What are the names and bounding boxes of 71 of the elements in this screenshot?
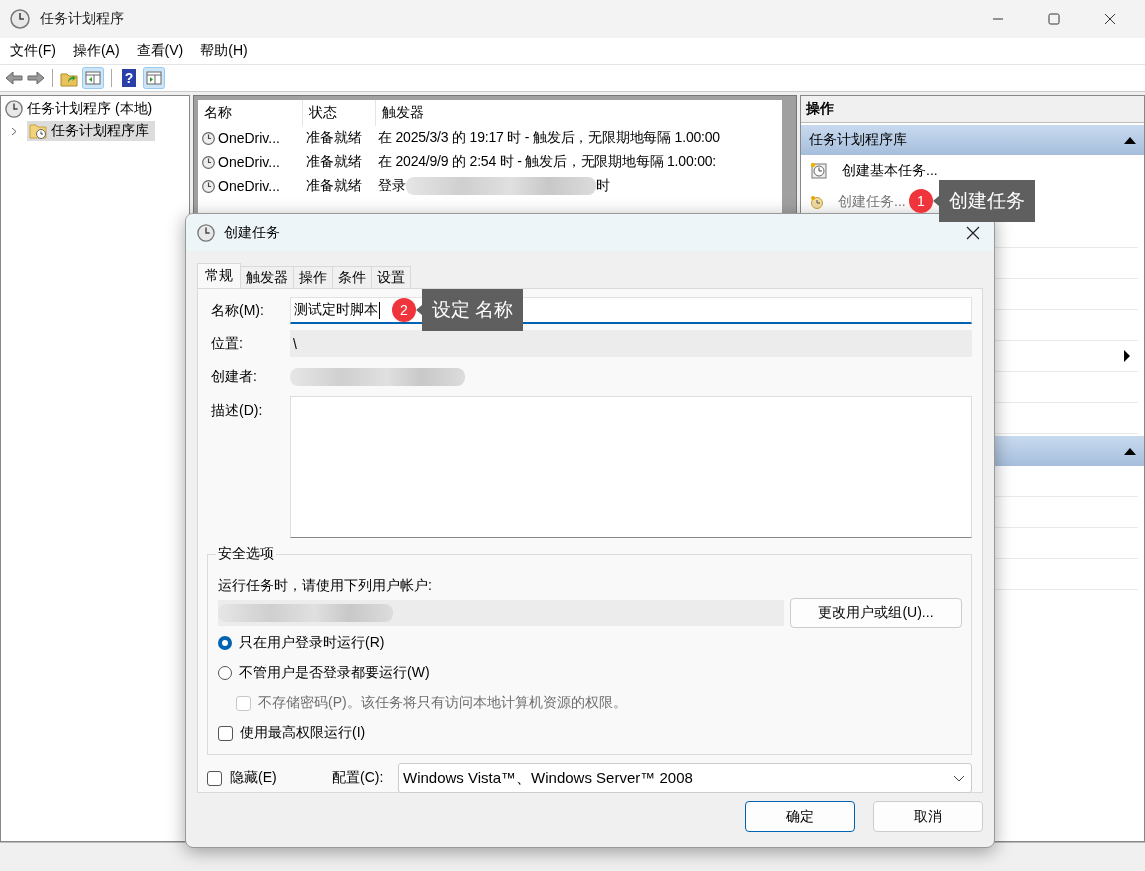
tree-item[interactable]: 任务计划程序库 xyxy=(27,121,155,141)
clock-icon xyxy=(202,155,215,169)
task-status: 准备就绪 xyxy=(305,177,363,195)
window-title: 任务计划程序 xyxy=(40,10,124,28)
task-trigger: 在 2025/3/3 的 19:17 时 - 触发后，无限期地每隔 1.00:00 xyxy=(378,129,720,147)
field-label: 描述(D): xyxy=(211,401,264,420)
submenu-arrow-icon xyxy=(1124,350,1130,362)
forward-arrow-icon[interactable] xyxy=(27,70,45,86)
change-user-button[interactable]: 更改用户或组(U)... xyxy=(790,598,962,628)
location-field: \ xyxy=(290,330,972,357)
option-label: 只在用户登录时运行(R) xyxy=(239,634,385,652)
clock-icon xyxy=(197,223,215,242)
show-pane-icon[interactable] xyxy=(143,67,165,89)
column-header[interactable]: 名称 xyxy=(198,100,303,126)
section-header[interactable]: 任务计划程序库 xyxy=(801,125,1144,155)
field-label: 配置(C): xyxy=(332,769,385,787)
pane-header: 操作 xyxy=(801,96,1144,123)
column-header[interactable]: 状态 xyxy=(303,100,376,126)
option-label: 隐藏(E) xyxy=(230,769,278,787)
tree-item[interactable]: 任务计划程序 (本地) xyxy=(27,100,153,118)
callout-tooltip: 设定 名称 xyxy=(416,289,524,331)
menu-item[interactable]: 帮助(H) xyxy=(200,42,248,60)
task-icon xyxy=(810,194,824,209)
field-label: 位置: xyxy=(211,334,244,353)
tab[interactable]: 设置 xyxy=(371,266,411,288)
collapse-icon[interactable] xyxy=(1124,136,1136,144)
chevron-icon[interactable] xyxy=(11,126,17,136)
clock-icon xyxy=(202,179,215,193)
radio-button[interactable] xyxy=(218,636,232,650)
task-trigger: 登录 xyxy=(378,177,406,195)
option-label: 不存储密码(P)。该任务将只有访问本地计算机资源的权限。 xyxy=(258,694,627,712)
task-trigger: 时 xyxy=(595,177,610,195)
group-title: 安全选项 xyxy=(216,545,276,563)
task-wizard-icon xyxy=(810,161,828,180)
field-label: 创建者: xyxy=(211,367,258,386)
clock-icon xyxy=(202,131,215,145)
maximize-icon[interactable] xyxy=(1048,13,1060,25)
option-label: 使用最高权限运行(I) xyxy=(240,724,366,742)
folder-clock-icon xyxy=(29,122,47,140)
collapse-icon[interactable] xyxy=(1124,447,1136,455)
task-name: OneDriv... xyxy=(218,130,280,146)
dialog-title: 创建任务 xyxy=(224,223,280,242)
menu-item[interactable]: 查看(V) xyxy=(136,42,184,60)
checkbox[interactable] xyxy=(207,770,222,786)
close-icon[interactable] xyxy=(966,225,980,240)
radio-button[interactable] xyxy=(218,666,232,680)
dropdown-chevron-icon xyxy=(953,774,965,782)
task-name: OneDriv... xyxy=(218,178,280,194)
callout-tooltip: 创建任务 xyxy=(933,180,1035,222)
action-link[interactable]: 创建基本任务... xyxy=(842,161,938,180)
clock-icon xyxy=(5,100,23,118)
dialog-button[interactable]: 确定 xyxy=(745,801,855,832)
menu-item[interactable]: 文件(F) xyxy=(10,42,56,60)
back-arrow-icon[interactable] xyxy=(5,70,23,86)
account-prompt: 运行任务时，请使用下列用户帐户: xyxy=(218,577,433,595)
description-field[interactable] xyxy=(290,396,972,538)
task-status: 准备就绪 xyxy=(305,129,363,147)
task-trigger: 在 2024/9/9 的 2:54 时 - 触发后，无限期地每隔 1.00:00: xyxy=(378,153,717,171)
config-dropdown[interactable]: Windows Vista™、Windows Server™ 2008 xyxy=(398,763,972,793)
dialog-button[interactable]: 取消 xyxy=(873,801,983,832)
field-label: 名称(M): xyxy=(211,301,265,320)
close-icon[interactable] xyxy=(1104,13,1116,25)
task-name: OneDriv... xyxy=(218,154,280,170)
option-label: 不管用户是否登录都要运行(W) xyxy=(239,664,430,682)
checkbox[interactable] xyxy=(218,725,233,741)
help-button[interactable]: ? xyxy=(122,69,136,87)
hide-pane-icon[interactable] xyxy=(82,67,104,89)
clock-icon xyxy=(10,9,30,29)
tab[interactable]: 常规 xyxy=(197,263,241,288)
menu-item[interactable]: 操作(A) xyxy=(72,42,120,60)
task-status: 准备就绪 xyxy=(305,153,363,171)
